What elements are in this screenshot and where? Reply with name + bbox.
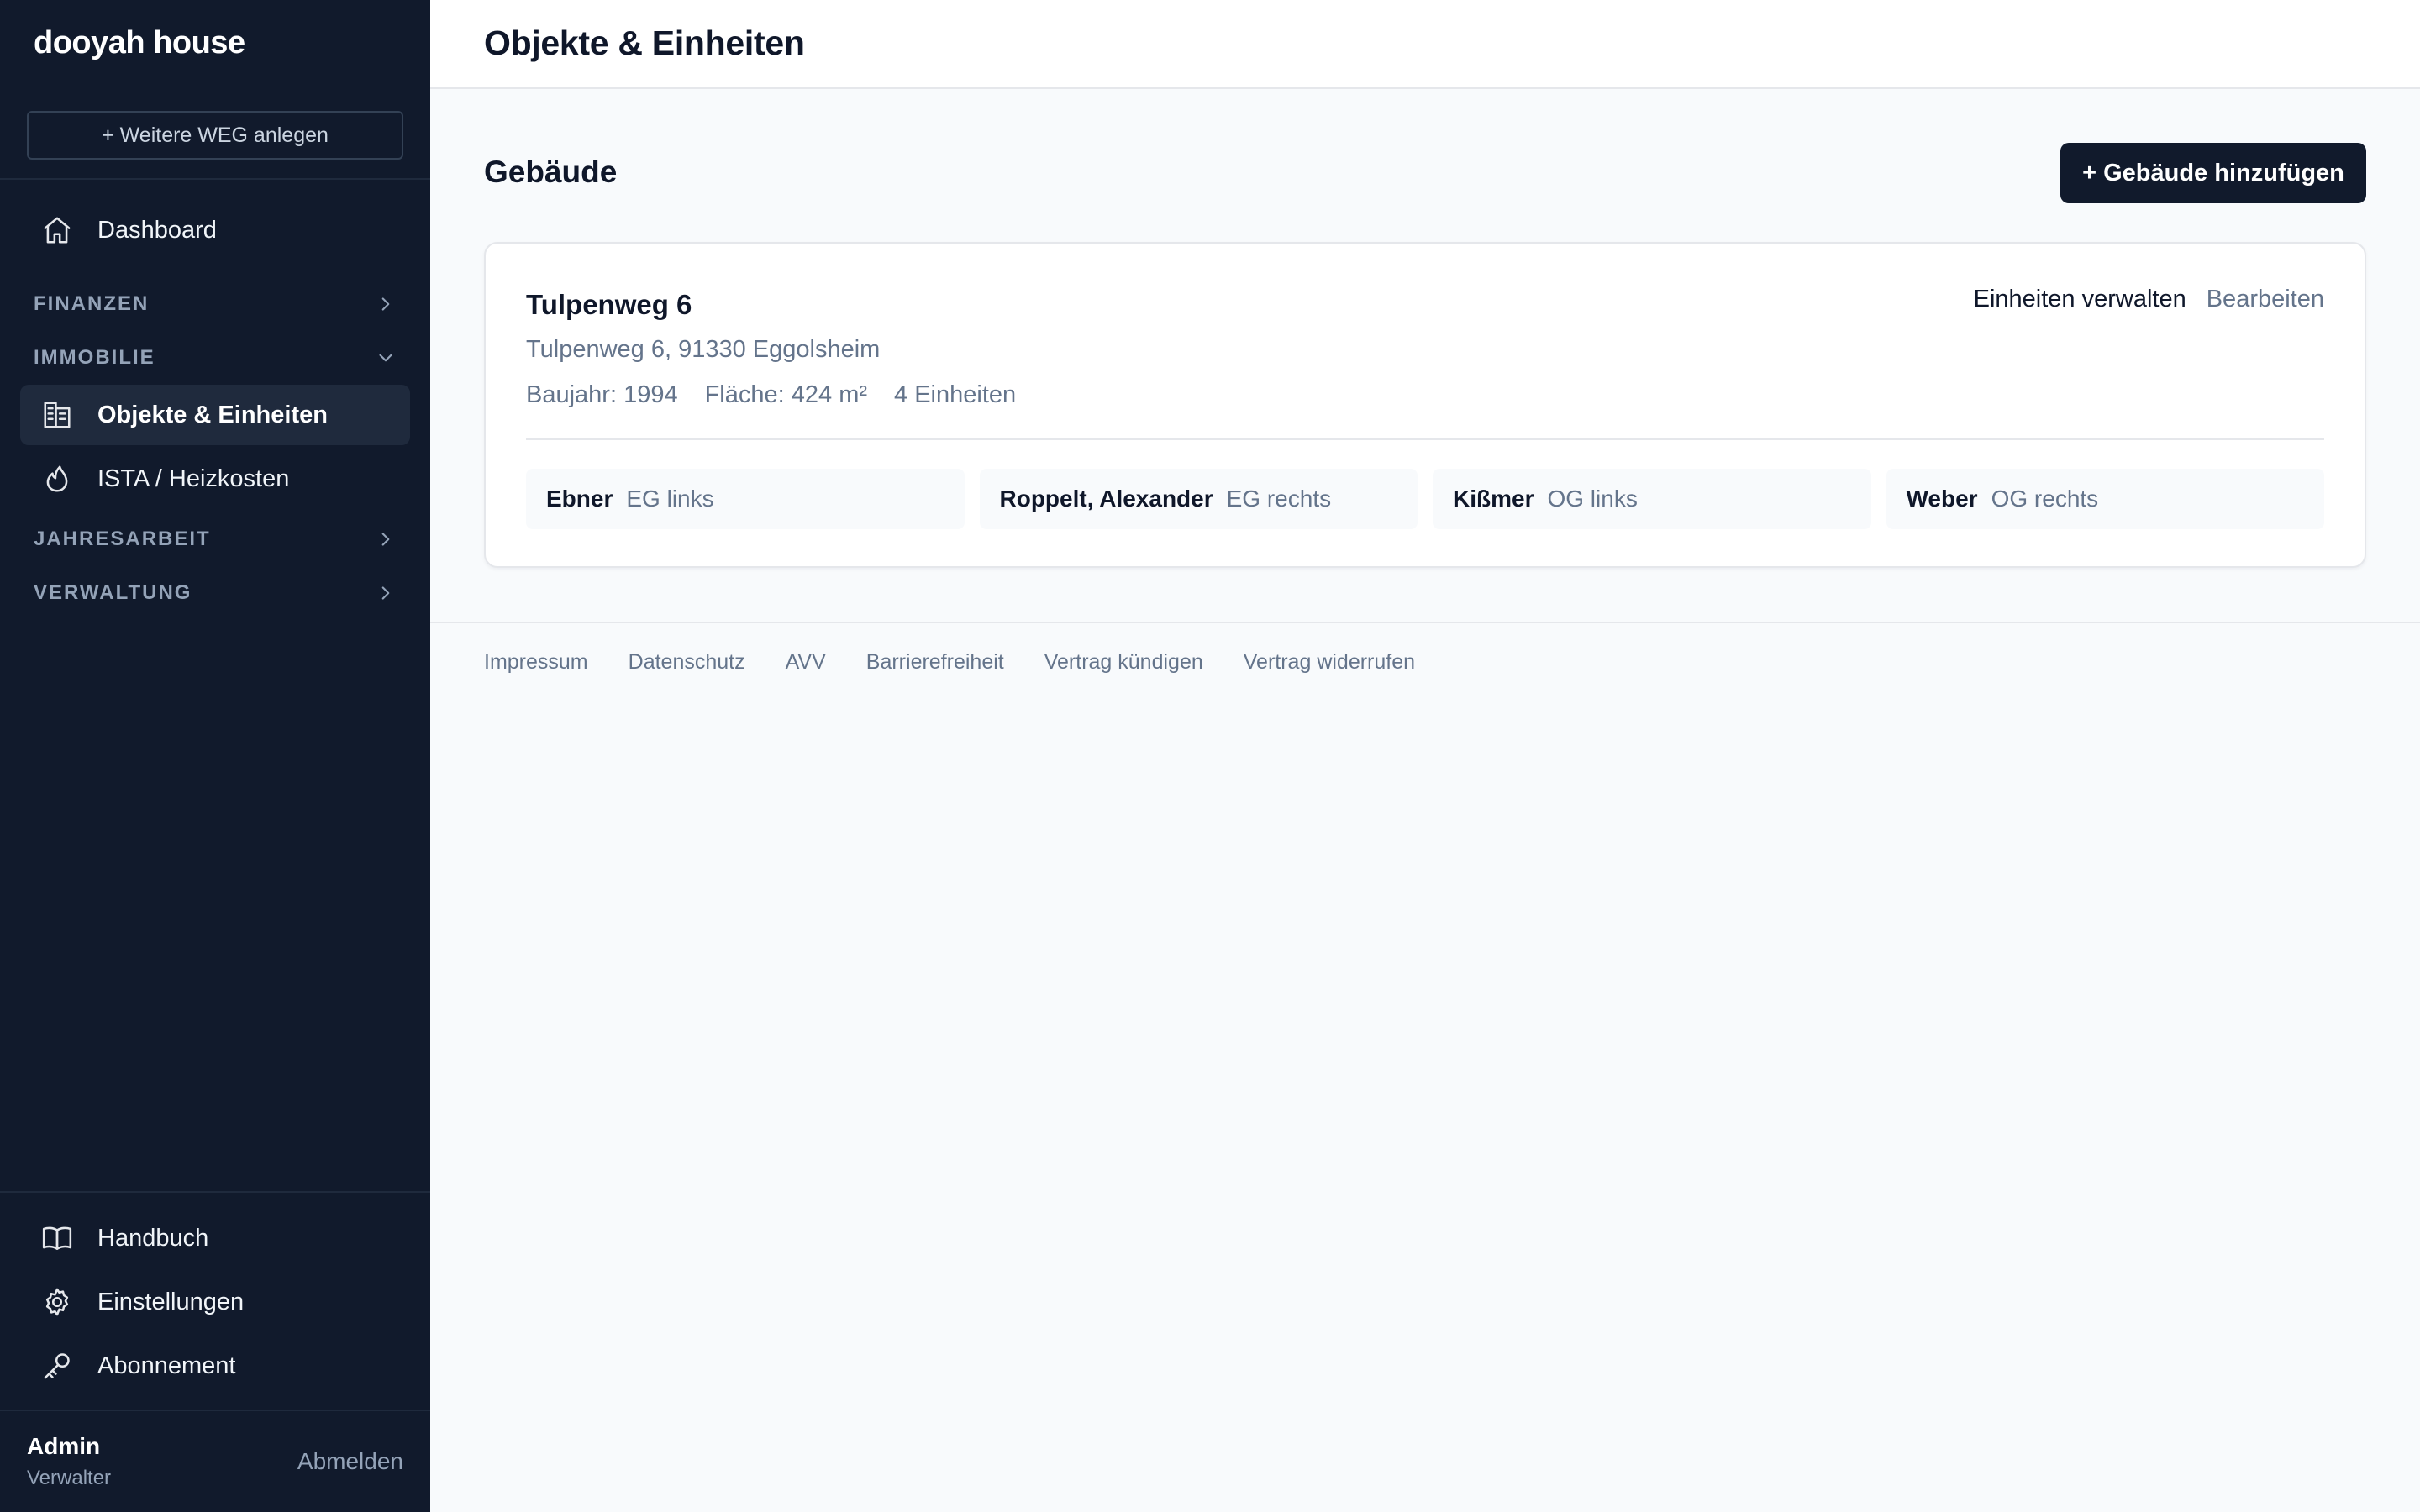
sidebar-item-dashboard[interactable]: Dashboard bbox=[20, 200, 410, 260]
building-baujahr: Baujahr: 1994 bbox=[526, 381, 678, 408]
unit-owner: Weber bbox=[1906, 486, 1978, 512]
unit-chip[interactable]: Roppelt, Alexander EG rechts bbox=[979, 469, 1418, 529]
section-label: JAHRESARBEIT bbox=[34, 528, 211, 550]
sidebar-item-abonnement[interactable]: Abonnement bbox=[20, 1336, 410, 1396]
logout-button[interactable]: Abmelden bbox=[297, 1448, 403, 1475]
sidebar-item-label: Dashboard bbox=[97, 216, 217, 244]
sidebar-item-ista-heizkosten[interactable]: ISTA / Heizkosten bbox=[20, 449, 410, 509]
sidebar-item-einstellungen[interactable]: Einstellungen bbox=[20, 1272, 410, 1332]
building-actions: Einheiten verwalten Bearbeiten bbox=[1974, 286, 2324, 313]
edit-building-link[interactable]: Bearbeiten bbox=[2207, 286, 2324, 313]
section-finanzen[interactable]: FINANZEN bbox=[34, 287, 397, 321]
sidebar-item-label: Handbuch bbox=[97, 1224, 209, 1252]
key-icon bbox=[40, 1349, 74, 1383]
chevron-right-icon bbox=[381, 533, 390, 546]
section-jahresarbeit[interactable]: JAHRESARBEIT bbox=[34, 522, 397, 556]
footer-link-impressum[interactable]: Impressum bbox=[484, 650, 588, 675]
user-name: Admin bbox=[27, 1433, 101, 1459]
unit-owner: Ebner bbox=[546, 486, 613, 512]
book-icon bbox=[40, 1221, 74, 1255]
section-label: VERWALTUNG bbox=[34, 581, 192, 604]
unit-position: EG links bbox=[626, 486, 714, 512]
unit-chip[interactable]: Ebner EG links bbox=[526, 469, 965, 529]
unit-position: OG rechts bbox=[1991, 486, 2099, 512]
sidebar-item-objekte-einheiten[interactable]: Objekte & Einheiten bbox=[20, 385, 410, 445]
unit-list: Ebner EG links Roppelt, Alexander EG rec… bbox=[526, 469, 2324, 529]
chevron-right-icon bbox=[381, 297, 390, 311]
user-role: Verwalter bbox=[27, 1467, 112, 1489]
unit-owner: Kißmer bbox=[1453, 486, 1534, 512]
gear-icon bbox=[40, 1285, 74, 1319]
chevron-right-icon bbox=[381, 586, 390, 600]
unit-position: OG links bbox=[1547, 486, 1638, 512]
footer-link-vertrag-widerrufen[interactable]: Vertrag widerrufen bbox=[1244, 650, 1415, 675]
sidebar-item-label: Objekte & Einheiten bbox=[97, 401, 328, 428]
footer-link-barrierefreiheit[interactable]: Barrierefreiheit bbox=[866, 650, 1004, 675]
brand-logo[interactable]: dooyah house bbox=[34, 25, 245, 61]
building-flaeche: Fläche: 424 m² bbox=[704, 381, 868, 408]
unit-position: EG rechts bbox=[1226, 486, 1332, 512]
footer-link-avv[interactable]: AVV bbox=[786, 650, 826, 675]
manage-units-link[interactable]: Einheiten verwalten bbox=[1974, 286, 2186, 313]
unit-owner: Roppelt, Alexander bbox=[999, 486, 1213, 512]
sidebar-item-handbuch[interactable]: Handbuch bbox=[20, 1208, 410, 1268]
footer-link-vertrag-kuendigen[interactable]: Vertrag kündigen bbox=[1044, 650, 1203, 675]
page-title: Objekte & Einheiten bbox=[484, 24, 805, 62]
sidebar-item-label: Einstellungen bbox=[97, 1288, 245, 1315]
section-label: IMMOBILIE bbox=[34, 346, 155, 369]
sidebar-divider bbox=[0, 1191, 430, 1193]
section-title: Gebäude bbox=[484, 155, 618, 189]
sidebar-item-label: ISTA / Heizkosten bbox=[97, 465, 290, 492]
unit-chip[interactable]: Weber OG rechts bbox=[1886, 469, 2324, 529]
section-verwaltung[interactable]: VERWALTUNG bbox=[34, 576, 397, 610]
section-label: FINANZEN bbox=[34, 292, 150, 315]
building-meta: Baujahr: 1994 Fläche: 424 m² 4 Einheiten bbox=[526, 381, 1043, 409]
footer-link-datenschutz[interactable]: Datenschutz bbox=[629, 650, 745, 675]
top-bar: Objekte & Einheiten bbox=[430, 0, 2420, 89]
building-address: Tulpenweg 6, 91330 Eggolsheim bbox=[526, 336, 881, 363]
footer-divider bbox=[430, 622, 2420, 623]
home-icon bbox=[40, 213, 74, 247]
sidebar-item-label: Abonnement bbox=[97, 1352, 236, 1379]
flame-icon bbox=[40, 462, 74, 496]
building-unit-count: 4 Einheiten bbox=[894, 381, 1017, 408]
footer: Impressum Datenschutz AVV Barrierefreihe… bbox=[484, 650, 1455, 675]
add-building-button[interactable]: + Gebäude hinzufügen bbox=[2060, 143, 2366, 203]
unit-chip[interactable]: Kißmer OG links bbox=[1433, 469, 1871, 529]
building-card: Tulpenweg 6 Tulpenweg 6, 91330 Eggolshei… bbox=[484, 242, 2366, 568]
chevron-down-icon bbox=[379, 354, 392, 362]
section-immobilie[interactable]: IMMOBILIE bbox=[34, 341, 397, 375]
sidebar-divider bbox=[0, 1410, 430, 1411]
card-divider bbox=[526, 438, 2324, 440]
building-icon bbox=[40, 398, 74, 432]
building-name: Tulpenweg 6 bbox=[526, 289, 692, 320]
sidebar-divider bbox=[0, 178, 430, 180]
sidebar: dooyah house + Weitere WEG anlegen Dashb… bbox=[0, 0, 430, 1512]
add-weg-button[interactable]: + Weitere WEG anlegen bbox=[27, 111, 403, 160]
